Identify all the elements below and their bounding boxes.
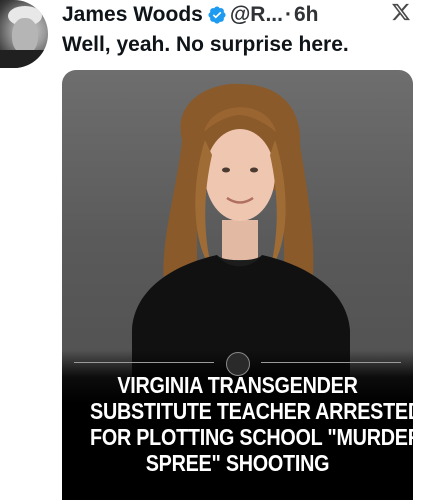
headline-line: SUBSTITUTE TEACHER ARRESTED xyxy=(90,398,413,424)
tweet-header: James Woods @R... · 6h xyxy=(62,2,425,28)
author-handle[interactable]: @R... xyxy=(230,3,283,27)
verified-badge-icon xyxy=(208,6,226,24)
headline-line: SPREE" SHOOTING xyxy=(145,450,330,476)
x-logo-icon xyxy=(392,3,411,21)
tweet-text: Well, yeah. No surprise here. xyxy=(62,33,349,56)
divider-right xyxy=(261,362,401,363)
headline-line: FOR PLOTTING SCHOOL "MURDER xyxy=(90,424,413,450)
separator-dot: · xyxy=(284,3,292,26)
author-avatar[interactable] xyxy=(0,0,48,68)
author-name[interactable]: James Woods xyxy=(62,3,203,27)
tweet-timestamp[interactable]: 6h xyxy=(294,3,319,27)
image-headline: VIRGINIA TRANSGENDER SUBSTITUTE TEACHER … xyxy=(90,372,413,476)
divider-left xyxy=(74,362,214,363)
headline-line: VIRGINIA TRANSGENDER xyxy=(117,372,358,398)
tweet-media-image[interactable]: VIRGINIA TRANSGENDER SUBSTITUTE TEACHER … xyxy=(62,70,413,500)
